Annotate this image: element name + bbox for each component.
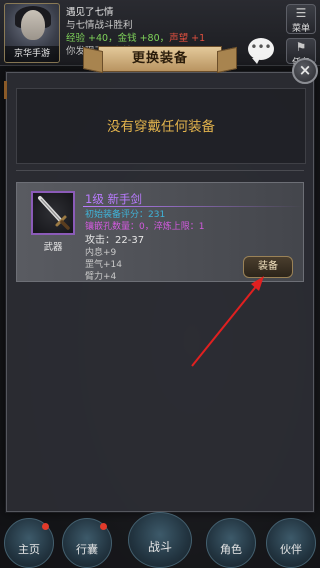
nav-mate-label: 伙伴 bbox=[280, 543, 302, 556]
nav-mate[interactable]: 伙伴 bbox=[266, 518, 316, 568]
nav-bag[interactable]: 行囊 bbox=[62, 518, 112, 568]
nav-home[interactable]: 主页 bbox=[4, 518, 54, 568]
annotation-arrow-icon bbox=[191, 276, 264, 367]
nav-role-label: 角色 bbox=[220, 543, 242, 556]
bottom-nav: 主页 行囊 战斗 角色 伙伴 bbox=[0, 512, 320, 568]
nav-fight[interactable]: 战斗 bbox=[128, 512, 192, 568]
notification-dot bbox=[42, 523, 49, 530]
nav-home-label: 主页 bbox=[18, 543, 40, 556]
notification-dot bbox=[100, 523, 107, 530]
nav-fight-label: 战斗 bbox=[147, 540, 172, 554]
nav-bag-label: 行囊 bbox=[76, 543, 98, 556]
nav-role[interactable]: 角色 bbox=[206, 518, 256, 568]
